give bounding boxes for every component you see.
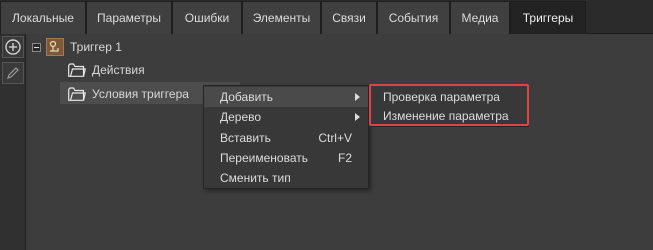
menu-item-label: Добавить (220, 90, 274, 104)
tab-media[interactable]: Медиа (450, 1, 510, 34)
menu-item-label: Дерево (220, 110, 262, 124)
tab-elements[interactable]: Элементы (242, 1, 321, 34)
context-menu: Добавить Дерево Вставить Ctrl+V Переимен… (203, 85, 369, 189)
tree-node-label: Триггер 1 (70, 40, 122, 54)
tab-links[interactable]: Связи (321, 1, 377, 34)
tab-locals[interactable]: Локальные (0, 1, 86, 34)
submenu-arrow-icon (355, 113, 360, 121)
menu-item-add[interactable]: Добавить (204, 87, 368, 107)
tab-parameters[interactable]: Параметры (86, 1, 172, 34)
shortcut-label: F2 (337, 151, 352, 165)
menu-item-label: Вставить (220, 131, 271, 145)
tab-events[interactable]: События (377, 1, 450, 34)
pencil-icon (7, 67, 19, 79)
add-button[interactable] (2, 36, 24, 58)
plus-circle-icon (5, 39, 21, 55)
tab-triggers[interactable]: Триггеры (510, 1, 586, 34)
left-toolbar (0, 34, 26, 250)
menu-item-paste[interactable]: Вставить Ctrl+V (204, 128, 368, 148)
submenu-arrow-icon (355, 93, 360, 101)
menu-item-label: Переименовать (220, 151, 308, 165)
menu-item-tree[interactable]: Дерево (204, 107, 368, 127)
trigger-icon (46, 38, 64, 56)
menu-item-change-type[interactable]: Сменить тип (204, 168, 368, 188)
tree-node-trigger[interactable]: Триггер 1 (26, 36, 226, 58)
menu-item-label: Сменить тип (220, 171, 291, 185)
folder-icon (68, 87, 86, 101)
shortcut-label: Ctrl+V (318, 131, 352, 145)
tree-node-label: Действия (92, 63, 145, 77)
tab-errors[interactable]: Ошибки (172, 1, 242, 34)
edit-button[interactable] (2, 62, 24, 84)
tab-bar: Локальные Параметры Ошибки Элементы Связ… (0, 0, 653, 34)
tree-node-label: Условия триггера (92, 87, 189, 101)
highlight-frame (369, 84, 529, 126)
tree-node-actions[interactable]: Действия (64, 59, 224, 81)
menu-item-rename[interactable]: Переименовать F2 (204, 148, 368, 168)
folder-icon (68, 63, 86, 77)
collapse-toggle[interactable] (32, 43, 41, 52)
